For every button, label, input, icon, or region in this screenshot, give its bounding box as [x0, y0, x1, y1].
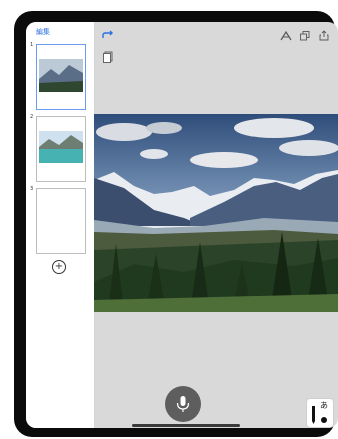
page-thumbnail-1[interactable]: [36, 44, 86, 110]
page-2-preview: [39, 131, 83, 163]
home-indicator: [132, 424, 240, 427]
page-number: 3: [30, 186, 34, 192]
page-sidebar: 編集 1 2 3 +: [26, 22, 95, 428]
app-screen: 編集 1 2 3 + あ: [26, 22, 338, 428]
page-icon[interactable]: [103, 51, 113, 66]
redo-icon[interactable]: [102, 30, 114, 43]
edit-button[interactable]: 編集: [36, 27, 50, 37]
handwriting-tool-label: あ: [320, 401, 328, 410]
main-canvas: あ: [94, 22, 338, 428]
copy-icon[interactable]: [300, 31, 310, 44]
page-number: 1: [30, 42, 34, 48]
microphone-button[interactable]: [165, 386, 201, 422]
microphone-icon: [176, 396, 190, 412]
add-page-button[interactable]: +: [52, 260, 66, 274]
page-thumbnail-3[interactable]: [36, 188, 86, 254]
page-thumbnail-2[interactable]: [36, 116, 86, 182]
handwriting-tool-button[interactable]: あ: [306, 398, 334, 428]
text-recognition-icon[interactable]: [280, 30, 292, 44]
mountain-landscape-photo: [94, 114, 338, 312]
page-1-preview: [39, 59, 83, 92]
page-number: 2: [30, 114, 34, 120]
share-icon[interactable]: [319, 30, 329, 44]
